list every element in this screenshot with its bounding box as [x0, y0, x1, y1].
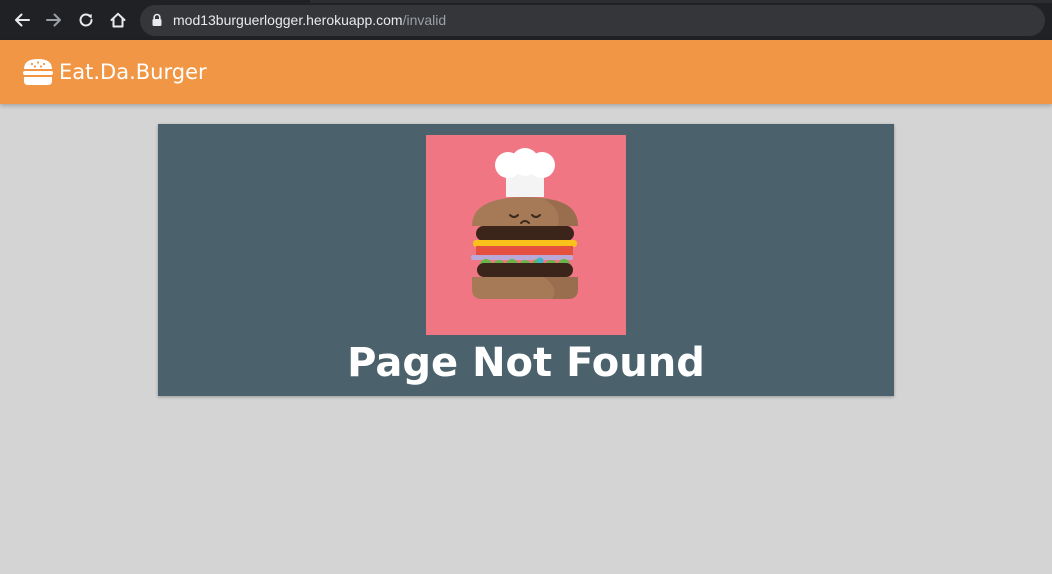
url-text: mod13burguerlogger.herokuapp.com/invalid: [173, 12, 446, 29]
brand-title: Eat.Da.Burger: [59, 60, 207, 84]
brand-link[interactable]: Eat.Da.Burger: [22, 57, 207, 87]
forward-arrow-icon: [46, 13, 61, 27]
home-icon: [110, 12, 126, 28]
address-bar[interactable]: mod13burguerlogger.herokuapp.com/invalid: [140, 5, 1045, 36]
browser-toolbar: mod13burguerlogger.herokuapp.com/invalid: [0, 0, 1052, 40]
tab-strip-edge: [310, 0, 1052, 3]
home-button[interactable]: [106, 8, 130, 32]
url-path: /invalid: [402, 12, 447, 28]
error-card: Page Not Found: [158, 124, 894, 396]
lock-icon: [152, 13, 162, 26]
app-navbar: Eat.Da.Burger: [0, 40, 1052, 104]
reload-icon: [79, 13, 93, 27]
back-button[interactable]: [10, 8, 34, 32]
back-arrow-icon: [15, 13, 30, 27]
reload-button[interactable]: [74, 8, 98, 32]
hamburger-icon: [23, 59, 53, 85]
url-host: mod13burguerlogger.herokuapp.com: [173, 12, 403, 28]
page-not-found-title: Page Not Found: [347, 340, 705, 386]
forward-button[interactable]: [42, 8, 66, 32]
sad-burger-chef-illustration: [426, 135, 626, 335]
